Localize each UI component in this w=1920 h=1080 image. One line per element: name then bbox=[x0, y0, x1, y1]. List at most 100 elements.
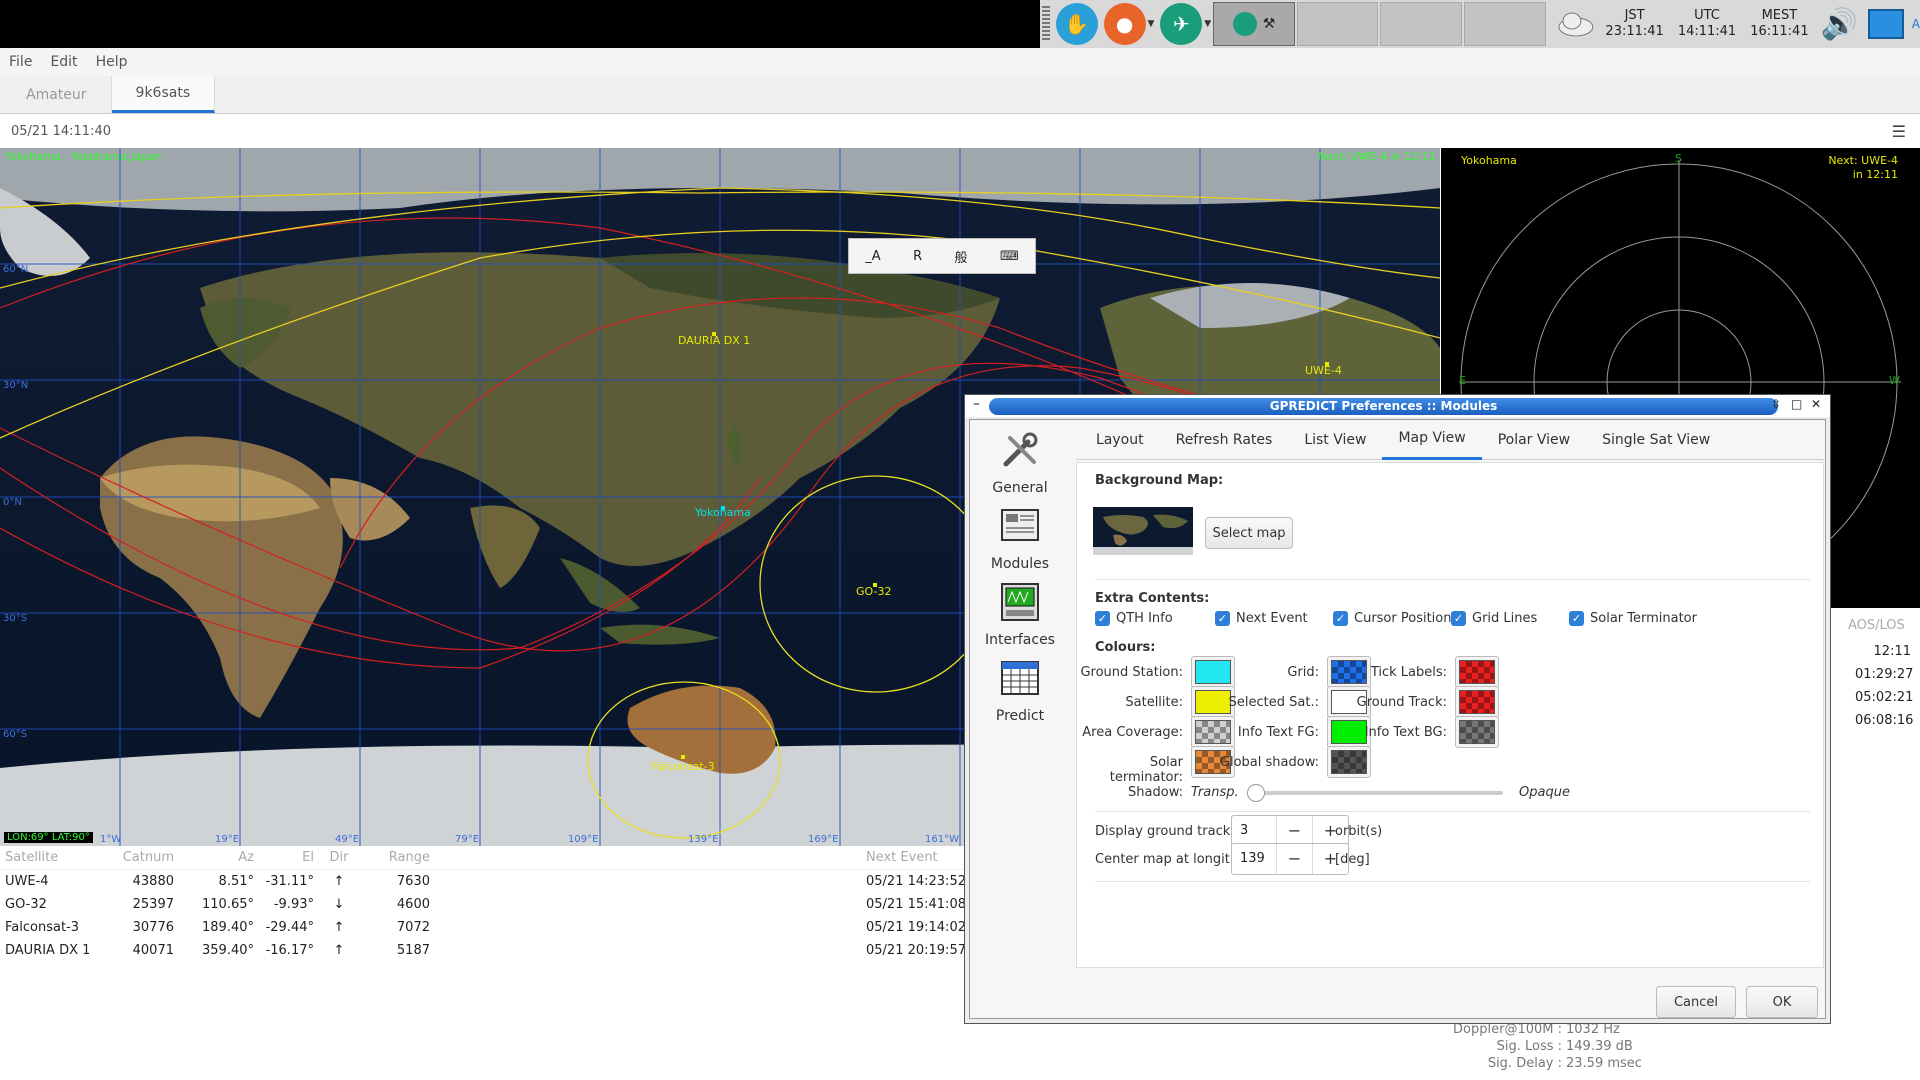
map-view-settings: Background Map: Select map Extra Content… bbox=[1076, 462, 1824, 968]
satellite-label[interactable]: Falconsat-3 bbox=[652, 760, 715, 773]
cancel-button[interactable]: Cancel bbox=[1656, 986, 1736, 1018]
table-row[interactable]: UWE-4 43880 8.51° -31.11° ↑ 7630 05/21 1… bbox=[0, 870, 970, 893]
tick-labels-label: Tick Labels: bbox=[1370, 665, 1447, 680]
qth-info-checkbox[interactable]: ✓ QTH Info bbox=[1095, 611, 1173, 626]
colours-title: Colours: bbox=[1095, 640, 1156, 655]
preferences-tabs: Layout Refresh Rates List View Map View … bbox=[1076, 420, 1824, 460]
world-clocks[interactable]: JST 23:11:41 UTC 14:11:41 MEST 16:11:41 bbox=[1605, 8, 1808, 40]
cell-el: -31.11° bbox=[265, 874, 314, 889]
cell-catnum: 43880 bbox=[132, 874, 174, 889]
aos-value: 12:11 bbox=[1873, 644, 1911, 659]
col-az[interactable]: Az bbox=[174, 850, 254, 865]
ime-button[interactable]: R bbox=[913, 249, 922, 264]
keyboard-icon[interactable]: ⌨ bbox=[1000, 249, 1019, 264]
table-row[interactable]: Falconsat-3 30776 189.40° -29.44° ↑ 7072… bbox=[0, 916, 970, 939]
ground-track-color-button[interactable] bbox=[1455, 686, 1499, 718]
dialog-titlebar[interactable]: – GPREDICT Preferences :: Modules ⇳ □ ✕ bbox=[965, 395, 1830, 417]
ground-track-value[interactable]: 3 bbox=[1232, 816, 1276, 846]
next-event-checkbox[interactable]: ✓ Next Event bbox=[1215, 611, 1308, 626]
taskbar-gpredict[interactable]: ⚒ bbox=[1213, 2, 1295, 46]
maximize-icon[interactable]: □ bbox=[1791, 397, 1802, 411]
taskbar-slot[interactable] bbox=[1464, 2, 1546, 46]
weather-cloud-icon[interactable] bbox=[1556, 9, 1596, 39]
col-range[interactable]: Range bbox=[364, 850, 430, 865]
tab-map-view[interactable]: Map View bbox=[1382, 420, 1482, 460]
dialog-content: General Modules Interfaces Predict Layou… bbox=[969, 419, 1826, 1019]
tab-amateur[interactable]: Amateur bbox=[2, 76, 112, 113]
ok-button[interactable]: OK bbox=[1746, 986, 1818, 1018]
color-swatch bbox=[1459, 660, 1495, 684]
firefox-icon[interactable]: ● bbox=[1103, 3, 1146, 45]
menu-help[interactable]: Help bbox=[96, 54, 128, 70]
sidebar-item-modules[interactable]: Modules bbox=[972, 504, 1068, 572]
col-next-event[interactable]: Next Event bbox=[866, 850, 970, 865]
cursor-position-checkbox[interactable]: ✓ Cursor Position bbox=[1333, 611, 1451, 626]
decrement-button[interactable]: − bbox=[1276, 816, 1312, 846]
global-shadow-color-button[interactable] bbox=[1327, 746, 1371, 778]
tick-labels-color-button[interactable] bbox=[1455, 656, 1499, 688]
shade-icon[interactable]: ⇳ bbox=[1771, 397, 1781, 411]
aos-value: 06:08:16 bbox=[1855, 713, 1914, 728]
ime-button[interactable]: _A bbox=[865, 249, 880, 264]
sidebar-item-predict[interactable]: Predict bbox=[972, 656, 1068, 724]
center-longitude-value[interactable]: 139 bbox=[1232, 844, 1276, 874]
sidebar-item-label: Predict bbox=[995, 708, 1045, 724]
center-longitude-unit: [deg] bbox=[1335, 852, 1370, 867]
col-catnum[interactable]: Catnum bbox=[110, 850, 174, 865]
hand-launcher-icon[interactable]: ✋ bbox=[1055, 3, 1098, 45]
cell-range: 4600 bbox=[396, 897, 430, 912]
input-method-icon[interactable]: A bbox=[1912, 17, 1920, 31]
slider-handle[interactable] bbox=[1247, 784, 1265, 802]
table-row[interactable]: DAURIA DX 1 40071 359.40° -16.17° ↑ 5187… bbox=[0, 939, 970, 962]
tab-polar-view[interactable]: Polar View bbox=[1482, 420, 1586, 460]
col-dir[interactable]: Dir bbox=[314, 850, 364, 865]
volume-icon[interactable]: 🔊 bbox=[1821, 7, 1858, 42]
select-map-button[interactable]: Select map bbox=[1205, 517, 1293, 549]
cursor-position: LON:69° LAT:90° bbox=[4, 832, 93, 843]
panel-grip[interactable] bbox=[1042, 6, 1050, 42]
sidebar-item-general[interactable]: General bbox=[972, 428, 1068, 496]
chevron-down-icon[interactable]: ▼ bbox=[1204, 19, 1211, 29]
satellite-label[interactable]: UWE-4 bbox=[1305, 364, 1342, 377]
qth-marker-label[interactable]: Yokohama bbox=[695, 506, 751, 519]
network-icon[interactable] bbox=[1867, 9, 1904, 39]
predict-icon bbox=[1001, 661, 1039, 695]
tab-9k6sats[interactable]: 9k6sats bbox=[111, 76, 216, 113]
tab-list-view[interactable]: List View bbox=[1288, 420, 1382, 460]
satellite-label[interactable]: DAURIA DX 1 bbox=[678, 334, 750, 347]
cell-catnum: 30776 bbox=[132, 920, 174, 935]
tab-refresh-rates[interactable]: Refresh Rates bbox=[1160, 420, 1289, 460]
chevron-down-icon[interactable]: ▼ bbox=[1148, 19, 1155, 29]
grid-lines-checkbox[interactable]: ✓ Grid Lines bbox=[1451, 611, 1537, 626]
satellite-label[interactable]: GO-32 bbox=[856, 585, 891, 598]
menu-edit[interactable]: Edit bbox=[50, 54, 77, 70]
taskbar-slot[interactable] bbox=[1380, 2, 1463, 46]
close-icon[interactable]: ✕ bbox=[1811, 397, 1821, 411]
satellite-launcher-icon[interactable]: ✈ bbox=[1160, 3, 1203, 45]
menu-bar: File Edit Help bbox=[0, 48, 1920, 76]
polar-east-label: E bbox=[1459, 374, 1466, 387]
tools-icon: ⚒ bbox=[1262, 16, 1276, 32]
cell-next: 05/21 20:19:57 bbox=[866, 943, 966, 958]
col-satellite[interactable]: Satellite bbox=[0, 850, 110, 865]
sidebar-item-interfaces[interactable]: Interfaces bbox=[972, 580, 1068, 648]
col-el[interactable]: El bbox=[254, 850, 314, 865]
center-longitude-spinner[interactable]: 139 − + bbox=[1231, 843, 1349, 875]
solar-terminator-checkbox[interactable]: ✓ Solar Terminator bbox=[1569, 611, 1697, 626]
menu-hamburger-icon[interactable]: ☰ bbox=[1892, 122, 1906, 141]
taskbar-slot[interactable] bbox=[1296, 2, 1379, 46]
decrement-button[interactable]: − bbox=[1276, 844, 1312, 874]
tab-layout[interactable]: Layout bbox=[1080, 420, 1160, 460]
cell-next: 05/21 14:23:52 bbox=[866, 874, 966, 889]
cell-catnum: 25397 bbox=[132, 897, 174, 912]
info-text-bg-color-button[interactable] bbox=[1455, 716, 1499, 748]
window-menu-icon[interactable]: – bbox=[973, 396, 980, 412]
detail-value: 149.39 dB bbox=[1566, 1039, 1633, 1054]
menu-file[interactable]: File bbox=[9, 54, 32, 70]
satellite-label: Satellite: bbox=[1125, 695, 1183, 710]
tab-single-sat-view[interactable]: Single Sat View bbox=[1586, 420, 1726, 460]
shadow-slider[interactable] bbox=[1247, 784, 1503, 802]
color-swatch bbox=[1459, 720, 1495, 744]
table-row[interactable]: GO-32 25397 110.65° -9.93° ↓ 4600 05/21 … bbox=[0, 893, 970, 916]
ime-button[interactable]: 般 bbox=[955, 247, 968, 266]
